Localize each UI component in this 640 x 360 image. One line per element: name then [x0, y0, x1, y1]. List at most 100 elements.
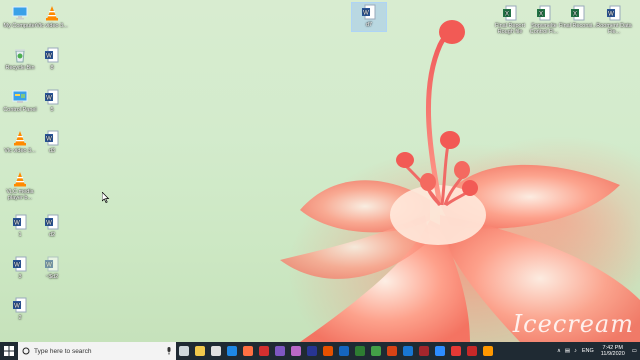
icon-label: 5 [50, 107, 54, 113]
excel-icon [355, 346, 365, 356]
taskbar-app-vpn[interactable] [464, 342, 480, 360]
desktop-background: My Computer Vlc video 3... Recycle Bin W… [0, 0, 640, 342]
taskbar-app-powerpoint[interactable] [384, 342, 400, 360]
desktop-icon-temp-d2[interactable]: W ~$d2 [32, 255, 72, 280]
zoom-icon [435, 346, 445, 356]
desktop-icon-vlc-media-player[interactable]: VLC media player b... [0, 170, 40, 201]
edge-icon [227, 346, 237, 356]
desktop-icon-doc-8[interactable]: W 8 [32, 46, 72, 71]
word-doc-icon: W [45, 130, 59, 146]
desktop-icon-doc-d7[interactable]: W d7 [351, 2, 387, 32]
vlc-icon [14, 131, 26, 146]
chrome-icon [371, 346, 381, 356]
svg-text:W: W [363, 11, 369, 17]
taskbar-app-photos[interactable] [288, 342, 304, 360]
taskbar-app-access[interactable] [416, 342, 432, 360]
word-icon [339, 346, 349, 356]
word-doc-icon: W [362, 4, 376, 20]
search-icon [22, 347, 30, 355]
task-view-icon [179, 346, 189, 356]
taskbar-app-excel[interactable] [352, 342, 368, 360]
icon-label: Rooment Data Fie... [596, 23, 632, 35]
taskbar-app-store[interactable] [208, 342, 224, 360]
svg-text:W: W [46, 96, 52, 102]
desktop-icon-final-reconsi[interactable]: X Final Reconsi... [558, 4, 598, 29]
taskbar-app-illustrator[interactable] [320, 342, 336, 360]
excel-icon: X [537, 5, 551, 21]
taskbar-app-edge[interactable] [224, 342, 240, 360]
outlook-icon [403, 346, 413, 356]
desktop-icon-doc-d2[interactable]: W d2 [32, 213, 72, 238]
access-icon [419, 346, 429, 356]
taskbar-app-opera[interactable] [256, 342, 272, 360]
viber-icon [275, 346, 285, 356]
illustrator-icon [323, 346, 333, 356]
word-doc-icon: W [607, 5, 621, 21]
clock[interactable]: 7:42 PM 11/9/2020 [597, 345, 629, 358]
taskbar-app-opera-gx[interactable] [448, 342, 464, 360]
volume-icon[interactable]: ♪ [572, 348, 579, 354]
language-indicator[interactable]: ENG [579, 348, 597, 354]
notifications-icon[interactable]: ▭ [629, 348, 640, 354]
control-panel-icon [12, 90, 28, 103]
vpn-icon [467, 346, 477, 356]
svg-text:W: W [608, 12, 614, 18]
word-doc-icon: W [13, 214, 27, 230]
icon-label: d2 [48, 232, 56, 238]
icon-label: d3 [48, 148, 56, 154]
svg-text:X: X [505, 12, 509, 18]
taskbar-app-viber[interactable] [272, 342, 288, 360]
svg-text:X: X [539, 12, 543, 18]
taskbar: Type here to search ∧ ▤ ♪ ENG 7:42 PM 11… [0, 342, 640, 360]
word-doc-icon: W [45, 89, 59, 105]
excel-icon: X [571, 5, 585, 21]
taskbar-app-outlook[interactable] [400, 342, 416, 360]
network-icon[interactable]: ▤ [563, 348, 572, 354]
word-doc-icon: W [13, 256, 27, 272]
taskbar-app-chrome[interactable] [368, 342, 384, 360]
taskbar-app-firefox[interactable] [240, 342, 256, 360]
opera-icon [259, 346, 269, 356]
file-explorer-icon [195, 346, 205, 356]
icon-label: ~$d2 [45, 274, 59, 280]
clock-date: 11/9/2020 [600, 351, 625, 357]
taskbar-app-premiere[interactable] [304, 342, 320, 360]
word-doc-icon: W [13, 297, 27, 313]
desktop-icon-vlc-video[interactable]: Vlc video 3... [32, 4, 72, 29]
svg-text:W: W [14, 221, 20, 227]
icon-label: Vlc video 3... [36, 23, 68, 29]
desktop-icon-doc-2[interactable]: W 2 [0, 296, 40, 321]
firefox-icon [243, 346, 253, 356]
icon-label: d7 [365, 22, 373, 28]
svg-text:W: W [14, 263, 20, 269]
taskbar-app-zoom[interactable] [432, 342, 448, 360]
taskbar-app-vlc[interactable] [480, 342, 496, 360]
svg-text:W: W [46, 54, 52, 60]
svg-text:W: W [14, 304, 20, 310]
chevron-up-icon[interactable]: ∧ [555, 348, 563, 354]
opera-gx-icon [451, 346, 461, 356]
desktop-icon-doc-d3[interactable]: W d3 [32, 129, 72, 154]
taskbar-search-box[interactable]: Type here to search [18, 342, 176, 360]
svg-text:W: W [46, 263, 52, 269]
system-tray: ∧ ▤ ♪ ENG 7:42 PM 11/9/2020 ▭ [555, 345, 640, 358]
start-button[interactable] [0, 342, 18, 360]
premiere-icon [307, 346, 317, 356]
taskbar-app-word[interactable] [336, 342, 352, 360]
mouse-cursor-icon [102, 192, 110, 203]
excel-icon: X [503, 5, 517, 21]
vlc-icon [483, 346, 493, 356]
svg-text:W: W [46, 137, 52, 143]
desktop-icon-data-file[interactable]: W Rooment Data Fie... [594, 4, 634, 35]
word-doc-faded-icon: W [45, 256, 59, 272]
taskbar-app-task-view[interactable] [176, 342, 192, 360]
word-doc-icon: W [45, 47, 59, 63]
search-placeholder: Type here to search [34, 347, 92, 355]
taskbar-app-file-explorer[interactable] [192, 342, 208, 360]
microphone-icon[interactable] [166, 347, 172, 355]
svg-text:X: X [573, 12, 577, 18]
watermark-text: Icecream [512, 310, 634, 338]
flower-wallpaper [280, 20, 640, 342]
vlc-icon [14, 172, 26, 187]
desktop-icon-doc-5[interactable]: W 5 [32, 88, 72, 113]
